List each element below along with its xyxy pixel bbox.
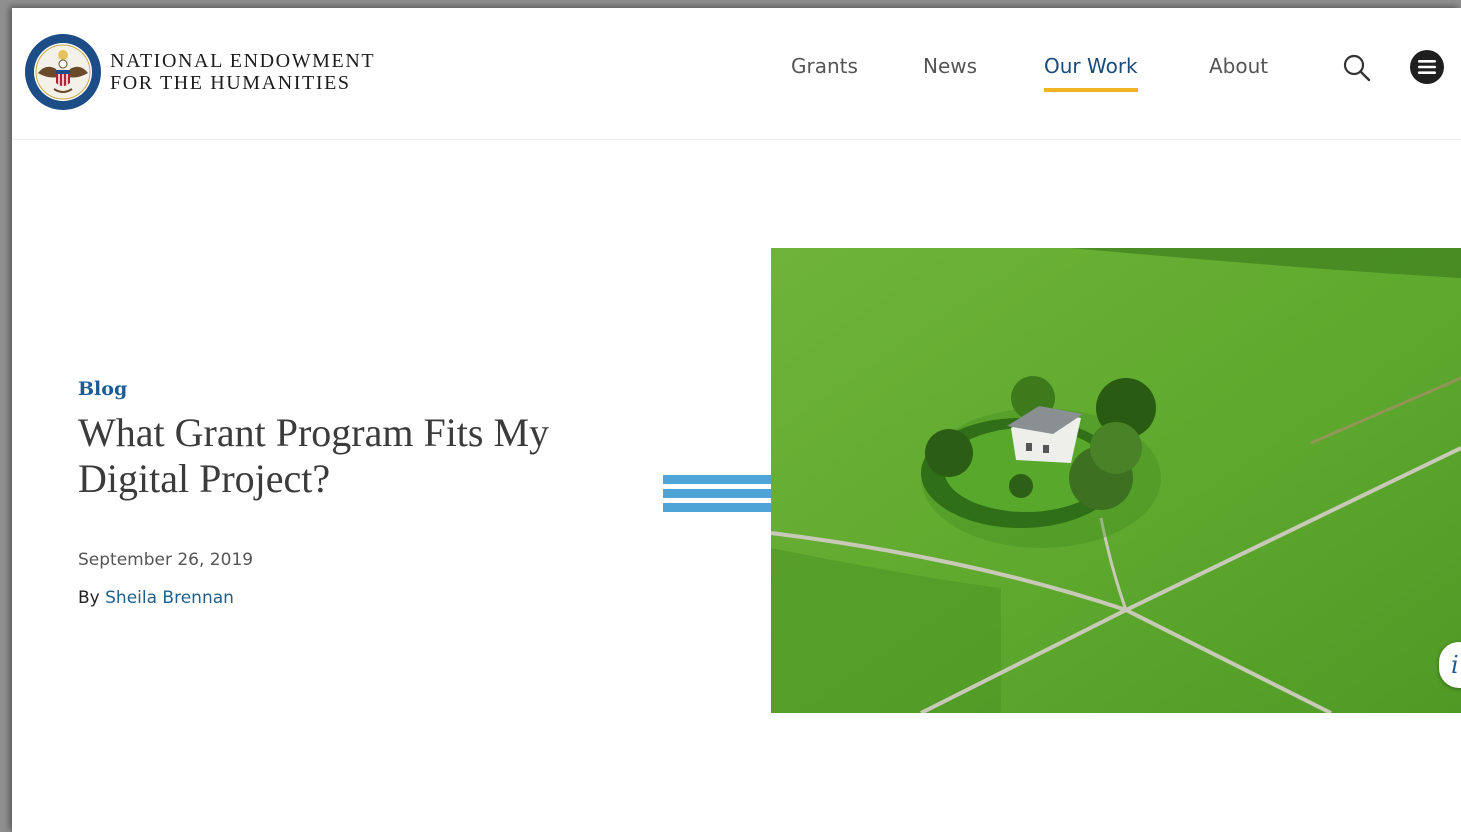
byline-label: By xyxy=(78,588,100,608)
site-header: NATIONAL ENDOWMENT FOR THE HUMANITIES Gr… xyxy=(12,8,1461,140)
organization-name[interactable]: NATIONAL ENDOWMENT FOR THE HUMANITIES xyxy=(110,50,375,94)
article-title: What Grant Program Fits My Digital Proje… xyxy=(78,410,550,501)
nav-about[interactable]: About xyxy=(1209,54,1268,88)
nav-our-work[interactable]: Our Work xyxy=(1044,54,1138,92)
nav-grants[interactable]: Grants xyxy=(791,54,858,88)
decorative-stripes xyxy=(663,475,773,517)
stripe xyxy=(663,475,773,484)
stripe xyxy=(663,503,773,512)
nav-news[interactable]: News xyxy=(923,54,977,88)
org-name-line-2: FOR THE HUMANITIES xyxy=(110,72,351,94)
article-date: September 26, 2019 xyxy=(78,550,254,570)
hero-image xyxy=(771,248,1461,713)
article-byline: By Sheila Brennan xyxy=(78,588,234,608)
article-category[interactable]: Blog xyxy=(78,378,127,400)
browser-page: NATIONAL ENDOWMENT FOR THE HUMANITIES Gr… xyxy=(12,8,1461,832)
neh-seal-icon[interactable] xyxy=(24,33,102,111)
menu-icon[interactable] xyxy=(1409,49,1445,85)
org-name-line-1: NATIONAL ENDOWMENT xyxy=(110,50,376,72)
author-link[interactable]: Sheila Brennan xyxy=(105,588,234,608)
stripe xyxy=(663,489,773,498)
search-icon[interactable] xyxy=(1342,53,1372,83)
